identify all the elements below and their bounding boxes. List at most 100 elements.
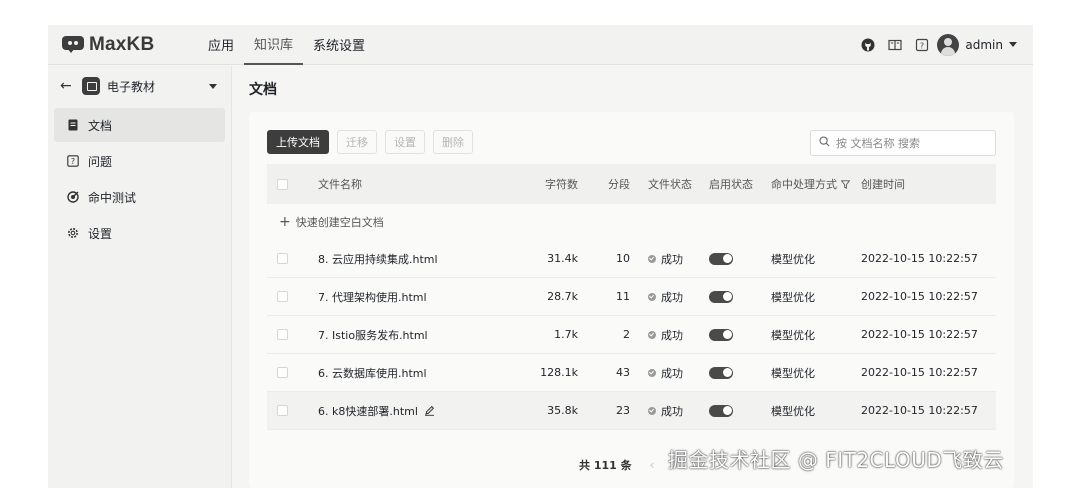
help-icon[interactable]: ? <box>915 38 929 52</box>
char-count: 31.4k <box>547 252 578 265</box>
pagination: 共 111 条 ‹ <box>579 457 654 473</box>
char-count: 28.7k <box>547 290 578 303</box>
knowledge-base-selector[interactable]: ← 电子教材 <box>48 66 231 106</box>
table-row[interactable]: 7. Istio服务发布.html 1.7k 2 成功 模型优化 2022-10… <box>267 316 996 354</box>
row-checkbox[interactable] <box>277 367 288 378</box>
chevron-down-icon[interactable] <box>1009 42 1017 47</box>
sidebar-item-label: 文档 <box>88 118 113 133</box>
hit-method: 模型优化 <box>771 290 815 304</box>
header-chars[interactable]: 字符数 <box>518 176 578 192</box>
app-frame: MaxKB 应用 知识库 系统设置 ? admin ← 电子教材 文档 ? 问题… <box>48 25 1033 488</box>
search-icon <box>819 136 830 150</box>
header-hit-method[interactable]: 命中处理方式 <box>761 176 861 192</box>
select-all-checkbox[interactable] <box>277 178 288 190</box>
search-box[interactable] <box>810 130 996 156</box>
svg-text:?: ? <box>920 41 924 50</box>
back-arrow-icon[interactable]: ← <box>60 78 74 94</box>
sidebar-item-settings[interactable]: 设置 <box>54 216 225 250</box>
segment-count: 10 <box>616 252 630 265</box>
char-count: 1.7k <box>554 328 578 341</box>
migrate-button[interactable]: 迁移 <box>337 130 377 154</box>
header-enable-status[interactable]: 启用状态 <box>699 176 761 192</box>
success-icon <box>648 406 656 415</box>
table-row[interactable]: 7. 代理架构使用.html 28.7k 11 成功 模型优化 2022-10-… <box>267 278 996 316</box>
quick-create-label: 快速创建空白文档 <box>295 216 384 229</box>
table-row[interactable]: 6. 云数据库使用.html 128.1k 43 成功 模型优化 2022-10… <box>267 354 996 392</box>
user-name[interactable]: admin <box>965 38 1003 52</box>
svg-text:?: ? <box>71 157 75 166</box>
chevron-left-icon[interactable]: ‹ <box>650 458 655 472</box>
header-actions: ? admin <box>848 33 1017 56</box>
sidebar-item-documents[interactable]: 文档 <box>54 108 225 142</box>
header-segments[interactable]: 分段 <box>578 176 630 192</box>
nav-item-system-settings[interactable]: 系统设置 <box>303 25 375 65</box>
total-count: 共 111 条 <box>579 459 632 472</box>
upload-document-button[interactable]: 上传文档 <box>267 130 329 154</box>
enable-toggle[interactable] <box>709 290 733 303</box>
edit-icon[interactable] <box>424 405 435 416</box>
enable-toggle[interactable] <box>709 366 733 379</box>
document-name[interactable]: 6. k8快速部署.html <box>318 403 418 419</box>
page-title: 文档 <box>249 82 277 98</box>
hit-method: 模型优化 <box>771 328 815 342</box>
success-icon <box>648 368 656 377</box>
success-icon <box>648 254 656 263</box>
row-checkbox[interactable] <box>277 329 288 340</box>
file-status: 成功 <box>661 366 683 380</box>
file-status: 成功 <box>661 290 683 304</box>
hit-method: 模型优化 <box>771 404 815 418</box>
created-time: 2022-10-15 10:22:57 <box>861 328 978 341</box>
docs-icon[interactable] <box>888 38 902 52</box>
document-name[interactable]: 6. 云数据库使用.html <box>318 365 427 381</box>
gear-icon <box>66 226 80 240</box>
header-hit-method-label: 命中处理方式 <box>771 178 837 191</box>
delete-button[interactable]: 删除 <box>433 130 473 154</box>
segment-count: 43 <box>616 366 630 379</box>
sidebar-item-label: 命中测试 <box>88 190 137 205</box>
settings-button[interactable]: 设置 <box>385 130 425 154</box>
created-time: 2022-10-15 10:22:57 <box>861 404 978 417</box>
document-name[interactable]: 7. 代理架构使用.html <box>318 289 427 305</box>
header-name[interactable]: 文件名称 <box>318 176 518 192</box>
row-checkbox[interactable] <box>277 291 288 302</box>
filter-icon[interactable] <box>841 179 850 189</box>
sidebar-item-hit-test[interactable]: 命中测试 <box>54 180 225 214</box>
created-time: 2022-10-15 10:22:57 <box>861 252 978 265</box>
row-checkbox[interactable] <box>277 253 288 264</box>
sidebar-item-label: 设置 <box>88 226 113 241</box>
row-checkbox[interactable] <box>277 405 288 416</box>
logo-icon <box>62 35 84 54</box>
document-name[interactable]: 8. 云应用持续集成.html <box>318 251 438 267</box>
success-icon <box>648 330 656 339</box>
nav-item-knowledge[interactable]: 知识库 <box>244 25 304 65</box>
file-status: 成功 <box>661 328 683 342</box>
enable-toggle[interactable] <box>709 328 733 341</box>
hit-method: 模型优化 <box>771 252 815 266</box>
header-created[interactable]: 创建时间 <box>861 176 971 192</box>
table-row[interactable]: 8. 云应用持续集成.html 31.4k 10 成功 模型优化 2022-10… <box>267 240 996 278</box>
table-row[interactable]: 6. k8快速部署.html 35.8k 23 成功 模型优化 2022-10-… <box>267 392 996 430</box>
sidebar-item-questions[interactable]: ? 问题 <box>54 144 225 178</box>
document-name[interactable]: 7. Istio服务发布.html <box>318 327 428 343</box>
logo[interactable]: MaxKB <box>62 34 192 56</box>
quick-create-document[interactable]: + 快速创建空白文档 <box>267 204 996 240</box>
target-icon <box>66 190 80 204</box>
char-count: 35.8k <box>547 404 578 417</box>
sidebar: ← 电子教材 文档 ? 问题 命中测试 设置 <box>48 66 232 488</box>
created-time: 2022-10-15 10:22:57 <box>861 366 978 379</box>
sidebar-item-label: 问题 <box>88 154 113 169</box>
nav-item-apps[interactable]: 应用 <box>198 25 244 65</box>
toolbar: 上传文档 迁移 设置 删除 <box>267 130 481 154</box>
enable-toggle[interactable] <box>709 252 733 265</box>
header-file-status[interactable]: 文件状态 <box>630 176 699 192</box>
top-header: MaxKB 应用 知识库 系统设置 ? admin <box>48 25 1033 65</box>
enable-toggle[interactable] <box>709 404 733 417</box>
knowledge-base-name: 电子教材 <box>107 79 156 94</box>
file-status: 成功 <box>661 404 683 418</box>
github-icon[interactable] <box>861 38 875 52</box>
chevron-down-icon[interactable] <box>209 83 217 89</box>
avatar[interactable] <box>937 33 960 56</box>
app-name: MaxKB <box>89 33 155 55</box>
search-input[interactable] <box>836 136 986 150</box>
created-time: 2022-10-15 10:22:57 <box>861 290 978 303</box>
